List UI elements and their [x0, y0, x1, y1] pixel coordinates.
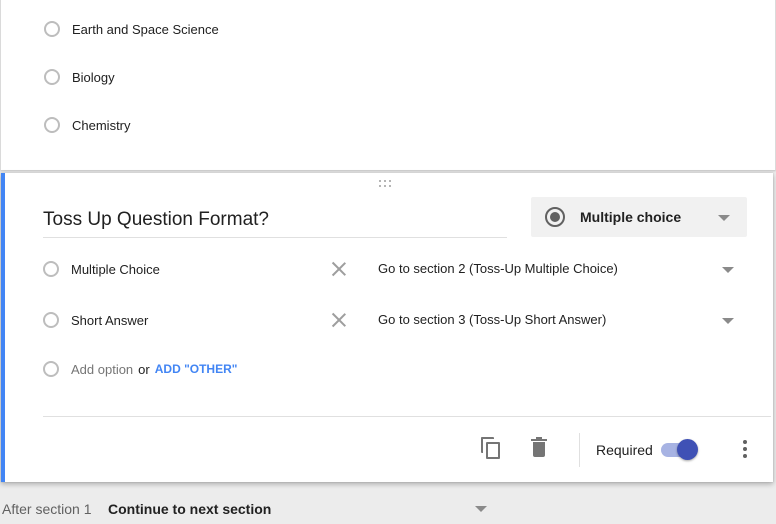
option-row[interactable]: Earth and Space Science [44, 21, 219, 37]
radio-button [43, 361, 59, 377]
radio-button [43, 261, 59, 277]
question-type-label: Multiple choice [580, 209, 682, 225]
goto-section-dropdown[interactable]: Go to section 2 (Toss-Up Multiple Choice… [378, 261, 738, 276]
dropdown-arrow-icon [718, 215, 730, 221]
active-question-card[interactable]: Toss Up Question Format? Multiple choice… [1, 173, 773, 482]
remove-option-icon[interactable] [331, 312, 347, 328]
add-option-row: Add option or ADD "OTHER" [43, 361, 237, 377]
toolbar-separator [579, 433, 580, 467]
remove-option-icon[interactable] [331, 261, 347, 277]
dropdown-arrow-icon [722, 318, 734, 324]
more-vert-icon[interactable] [736, 438, 754, 462]
option-label: Biology [72, 69, 115, 85]
goto-section-dropdown[interactable]: Go to section 3 (Toss-Up Short Answer) [378, 312, 738, 327]
question-type-dropdown[interactable]: Multiple choice [531, 197, 747, 237]
required-toggle[interactable] [659, 438, 699, 460]
question-title-input[interactable]: Toss Up Question Format? [43, 209, 507, 238]
choice-label-input[interactable]: Multiple Choice [71, 262, 329, 277]
radio-button[interactable] [44, 117, 60, 133]
after-section-dropdown[interactable]: After section 1 Continue to next section [0, 498, 496, 520]
dropdown-arrow-icon [722, 267, 734, 273]
goto-section-label: Go to section 2 (Toss-Up Multiple Choice… [378, 261, 618, 276]
option-row[interactable]: Chemistry [44, 117, 131, 133]
choice-row[interactable]: Multiple Choice Go to section 2 (Toss-Up… [43, 257, 743, 281]
required-label: Required [596, 442, 653, 458]
option-label: Earth and Space Science [72, 21, 219, 37]
choice-row[interactable]: Short Answer Go to section 3 (Toss-Up Sh… [43, 308, 743, 332]
add-other-link[interactable]: ADD "OTHER" [155, 362, 238, 376]
question-footer-toolbar: Required [1, 417, 773, 482]
choice-label-input[interactable]: Short Answer [71, 313, 329, 328]
drag-handle-icon[interactable] [379, 180, 393, 188]
previous-question-card: Earth and Space Science Biology Chemistr… [0, 0, 776, 170]
radio-button[interactable] [44, 21, 60, 37]
copy-icon[interactable] [481, 437, 505, 461]
radio-button [43, 312, 59, 328]
radio-button[interactable] [44, 69, 60, 85]
add-option-input[interactable]: Add option [71, 362, 133, 377]
radio-checked-icon [545, 207, 565, 227]
after-section-label: After section 1 [2, 501, 92, 517]
option-label: Chemistry [72, 117, 131, 133]
goto-section-label: Go to section 3 (Toss-Up Short Answer) [378, 312, 607, 327]
after-section-value: Continue to next section [108, 501, 272, 517]
or-text: or [138, 361, 150, 377]
option-row[interactable]: Biology [44, 69, 115, 85]
dropdown-arrow-icon [475, 506, 487, 512]
trash-icon[interactable] [530, 437, 554, 461]
